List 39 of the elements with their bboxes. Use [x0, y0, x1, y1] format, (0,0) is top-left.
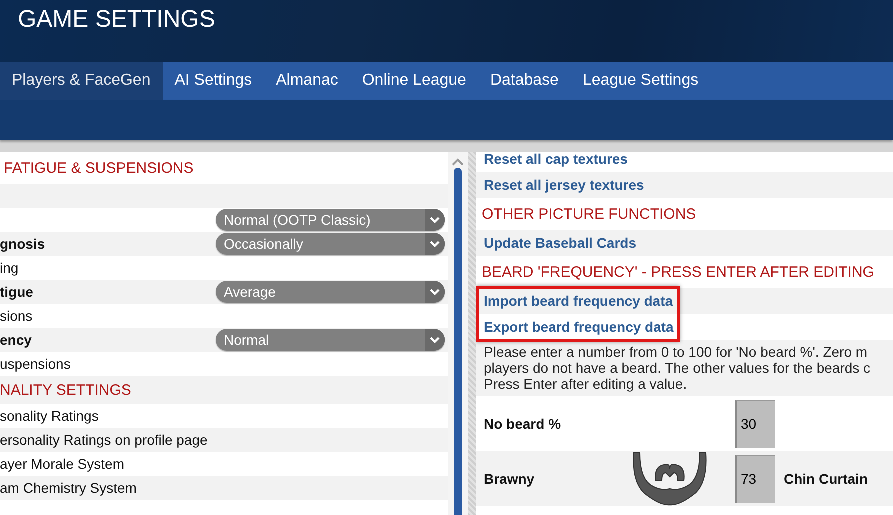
- chevron-down-icon[interactable]: [425, 233, 445, 255]
- value-field[interactable]: 30: [735, 400, 775, 448]
- chevron-down-icon[interactable]: [425, 281, 445, 303]
- setting-label: ing: [0, 260, 19, 276]
- chevron-down-icon[interactable]: [425, 209, 445, 231]
- setting-label: ency: [0, 332, 32, 348]
- page-title: GAME SETTINGS: [18, 6, 216, 34]
- setting-label: gnosis: [0, 236, 46, 252]
- section-heading: BEARD 'FREQUENCY' - PRESS ENTER AFTER EDITING: [482, 264, 874, 280]
- dropdown[interactable]: Normal: [216, 329, 445, 351]
- link[interactable]: Reset all cap textures: [484, 152, 628, 167]
- value-field[interactable]: 73: [735, 454, 775, 502]
- tab[interactable]: Online League: [350, 62, 478, 100]
- dropdown[interactable]: Occasionally: [216, 233, 445, 255]
- scroll-up-icon[interactable]: [452, 158, 464, 166]
- section-heading: NALITY SETTINGS: [0, 382, 132, 398]
- tab[interactable]: League Settings: [570, 62, 711, 100]
- beard-label: Brawny: [484, 470, 536, 486]
- scrollbar-thumb[interactable]: [454, 168, 462, 515]
- tab[interactable]: AI Settings: [162, 62, 264, 100]
- setting-label: sonality Ratings: [0, 408, 99, 424]
- beard-label: No beard %: [484, 416, 562, 432]
- instruction-text: Please enter a number from 0 to 100 for 'No beard %'. Zero m players do not have a beard. The other values for the beards c Press Enter after editing a value.: [476, 340, 893, 396]
- setting-label: tigue: [0, 284, 34, 300]
- setting-label: sions: [0, 308, 33, 324]
- tab[interactable]: Almanac: [264, 62, 350, 100]
- setting-label: ayer Morale System: [0, 456, 124, 472]
- chevron-down-icon[interactable]: [425, 329, 445, 351]
- link[interactable]: Export beard frequency data: [484, 319, 674, 335]
- section-heading: OTHER PICTURE FUNCTIONS: [482, 206, 696, 222]
- section-heading: FATIGUE & SUSPENSIONS: [4, 160, 194, 176]
- tab[interactable]: Players & FaceGen: [0, 62, 163, 100]
- beard-style-label: Chin Curtain: [784, 470, 868, 486]
- dropdown[interactable]: Normal (OOTP Classic): [216, 209, 445, 231]
- tab[interactable]: Database: [478, 62, 571, 100]
- setting-label: ersonality Ratings on profile page: [0, 432, 208, 448]
- dropdown[interactable]: Average: [216, 281, 445, 303]
- setting-label: uspensions: [0, 356, 71, 372]
- setting-label: am Chemistry System: [0, 480, 137, 496]
